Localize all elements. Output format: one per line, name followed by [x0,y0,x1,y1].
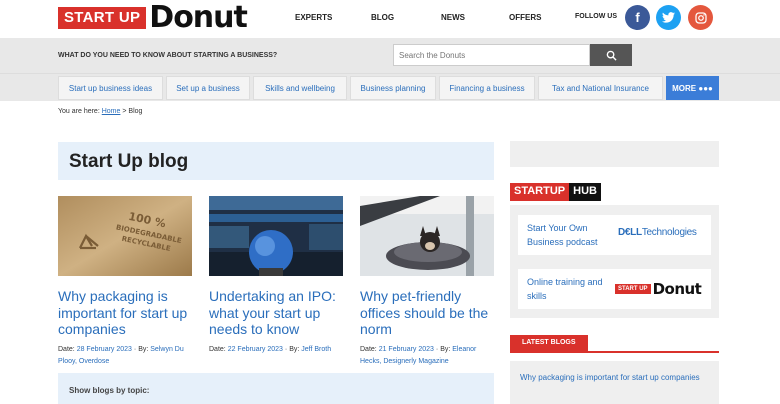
category-business-planning[interactable]: Business planning [350,76,436,100]
topics-box: Show blogs by topic: [58,373,494,404]
stock-exchange-image[interactable] [209,196,343,276]
hub-item-podcast[interactable]: Start Your Own Business podcast D€LLTech… [518,215,711,255]
category-skills-and-wellbeing[interactable]: Skills and wellbeing [253,76,347,100]
post-meta: Date: 22 February 2023 · By: Jeff Broth [209,345,332,353]
nav-offers[interactable]: OFFERS [509,13,541,22]
latest-blogs-divider [510,351,719,353]
twitter-icon[interactable] [656,5,681,30]
search-input[interactable] [393,44,590,66]
dell-logo-wordmark: D€LL [618,227,642,238]
page-title: Start Up blog [69,151,189,172]
more-menu-button[interactable]: MORE ●●● [666,76,719,100]
breadcrumb-current: Blog [128,108,143,115]
startup-donut-logo: START UP Donut [615,280,702,298]
post-title[interactable]: Why pet-friendly offices should be the n… [360,288,494,338]
post-date: 28 February 2023 [76,345,132,353]
hub-item-text: Online training and skills [527,277,603,301]
startup-hub-panel: Start Your Own Business podcast D€LLTech… [510,205,719,318]
search-icon [606,50,617,61]
hub-item-training[interactable]: Online training and skills START UP Donu… [518,269,711,309]
follow-us-label: FOLLOW US [575,13,617,20]
date-label: Date: [58,345,75,353]
latest-blogs-panel: Why packaging is important for start up … [510,361,719,404]
post-title[interactable]: Why packaging is important for start up … [58,288,192,338]
category-nav: Start up business ideas Set up a busines… [0,73,780,101]
nav-blog[interactable]: BLOG [371,13,394,22]
post-meta: Date: 21 February 2023 · By: Eleanor Hec… [360,345,477,365]
nav-news[interactable]: NEWS [441,13,465,22]
instagram-camera-glyph [694,11,707,24]
date-label: Date: [209,345,226,353]
hub-logo-hub: HUB [569,183,601,201]
post-meta: Date: 28 February 2023 · By: Selwyn Du P… [58,345,184,365]
date-label: Date: [360,345,377,353]
breadcrumb-separator: > [122,108,127,115]
category-tax-and-national-insurance[interactable]: Tax and National Insurance [538,76,663,100]
post-date: 21 February 2023 [378,345,434,353]
topics-label: Show blogs by topic: [69,386,150,395]
sidebar-placeholder [510,141,719,167]
category-financing-a-business[interactable]: Financing a business [439,76,535,100]
latest-blogs-tab: LATEST BLOGS [510,335,588,351]
post-author[interactable]: Jeff Broth [301,346,331,353]
category-set-up-a-business[interactable]: Set up a business [166,76,250,100]
blog-post-card: Undertaking an IPO: what your start up n… [209,196,343,356]
hub-item-text: Start Your Own Business podcast [527,223,598,247]
by-label: By: [289,345,300,353]
site-header: START UP Donut EXPERTS BLOG NEWS OFFERS … [0,0,780,38]
by-label: By: [138,345,149,353]
breadcrumb-prefix: You are here: [58,108,100,115]
blog-post-card: 100 % BIODEGRADABLE RECYCLABLE Why packa… [58,196,192,368]
search-question: WHAT DO YOU NEED TO KNOW ABOUT STARTING … [58,52,278,59]
logo-start-up: START UP [58,7,147,29]
category-start-up-business-ideas[interactable]: Start up business ideas [58,76,163,100]
search-button[interactable] [590,44,632,66]
hub-logo-startup: STARTUP [510,183,570,201]
logo-donut: Donut [149,0,248,35]
nav-experts[interactable]: EXPERTS [295,13,332,22]
twitter-bird-glyph [662,12,675,23]
by-label: By: [440,345,451,353]
startup-hub-logo: STARTUP HUB [510,183,601,201]
mini-logo-start-up: START UP [615,284,651,294]
dell-technologies-logo: D€LLTechnologies [618,227,697,238]
breadcrumb-home[interactable]: Home [102,108,121,115]
page-title-box: Start Up blog [58,142,494,180]
post-date: 22 February 2023 [227,345,283,353]
search-band: WHAT DO YOU NEED TO KNOW ABOUT STARTING … [0,38,780,73]
facebook-icon[interactable]: f [625,5,650,30]
breadcrumb: You are here: Home > Blog [58,108,142,115]
blog-post-card: Why pet-friendly offices should be the n… [360,196,494,368]
instagram-icon[interactable] [688,5,713,30]
latest-blog-link[interactable]: Why packaging is important for start up … [520,371,710,384]
dell-logo-suffix: Technologies [641,227,697,238]
mini-logo-donut: Donut [652,280,702,298]
site-logo[interactable]: START UP Donut [58,0,248,35]
office-dog-image[interactable] [360,196,494,276]
post-title[interactable]: Undertaking an IPO: what your start up n… [209,288,343,338]
recycling-box-image[interactable]: 100 % BIODEGRADABLE RECYCLABLE [58,196,192,276]
